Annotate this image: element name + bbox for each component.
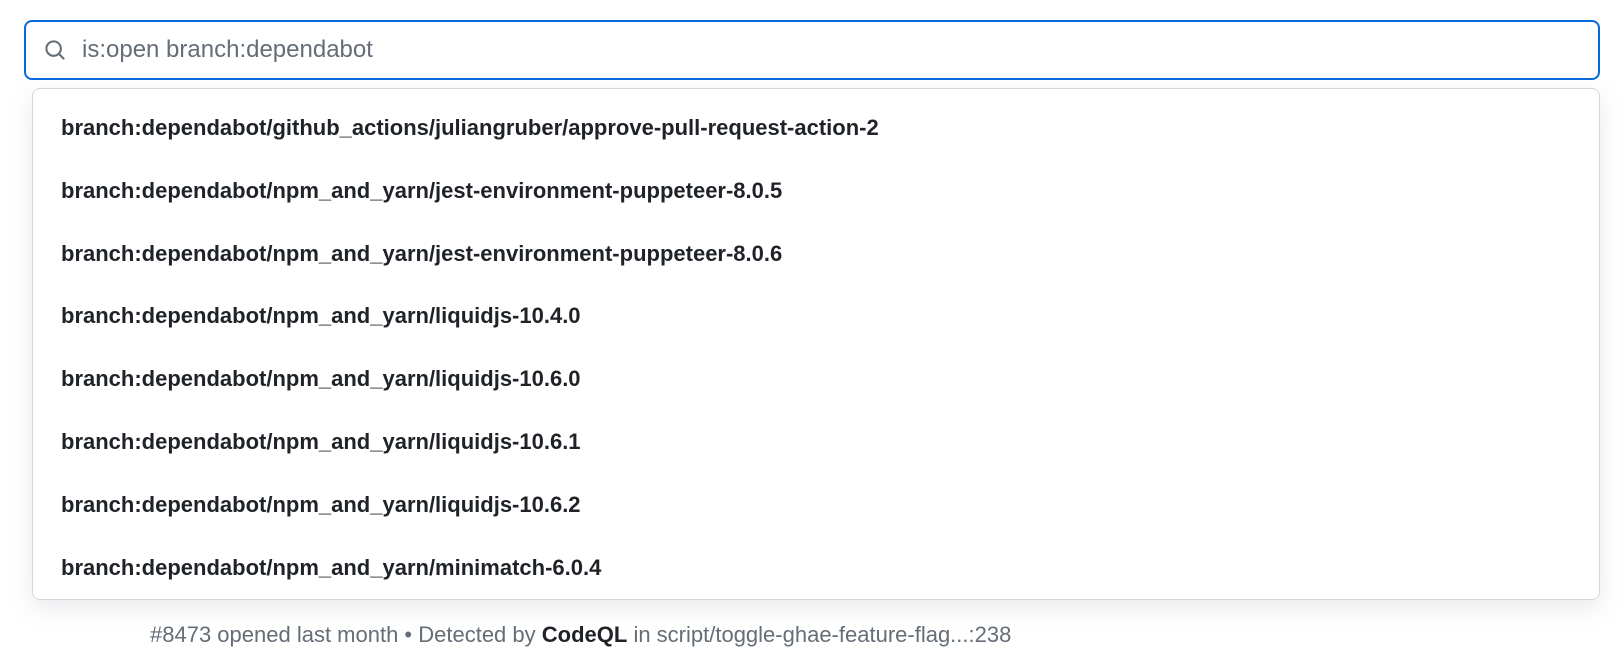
issue-meta-text: opened last month • Detected by [211,622,542,647]
background-issue-row: #8473 opened last month • Detected by Co… [150,622,1011,648]
suggestion-item[interactable]: branch:dependabot/npm_and_yarn/minimatch… [33,537,1599,600]
suggestion-item[interactable]: branch:dependabot/npm_and_yarn/liquidjs-… [33,348,1599,411]
search-input-container[interactable] [24,20,1600,80]
suggestion-item[interactable]: branch:dependabot/github_actions/juliang… [33,97,1599,160]
issue-meta-tail: in script/toggle-ghae-feature-flag...:23… [627,622,1011,647]
search-input[interactable] [82,36,1580,64]
detector-name: CodeQL [542,622,628,647]
suggestion-item[interactable]: branch:dependabot/npm_and_yarn/liquidjs-… [33,285,1599,348]
suggestion-item[interactable]: branch:dependabot/npm_and_yarn/liquidjs-… [33,411,1599,474]
suggestion-item[interactable]: branch:dependabot/npm_and_yarn/jest-envi… [33,223,1599,286]
suggestion-item[interactable]: branch:dependabot/npm_and_yarn/jest-envi… [33,160,1599,223]
suggestion-item[interactable]: branch:dependabot/npm_and_yarn/liquidjs-… [33,474,1599,537]
issue-number: #8473 [150,622,211,647]
search-icon [44,39,66,61]
suggestions-dropdown[interactable]: branch:dependabot/github_actions/juliang… [32,88,1600,600]
search-wrapper: branch:dependabot/github_actions/juliang… [24,20,1600,80]
